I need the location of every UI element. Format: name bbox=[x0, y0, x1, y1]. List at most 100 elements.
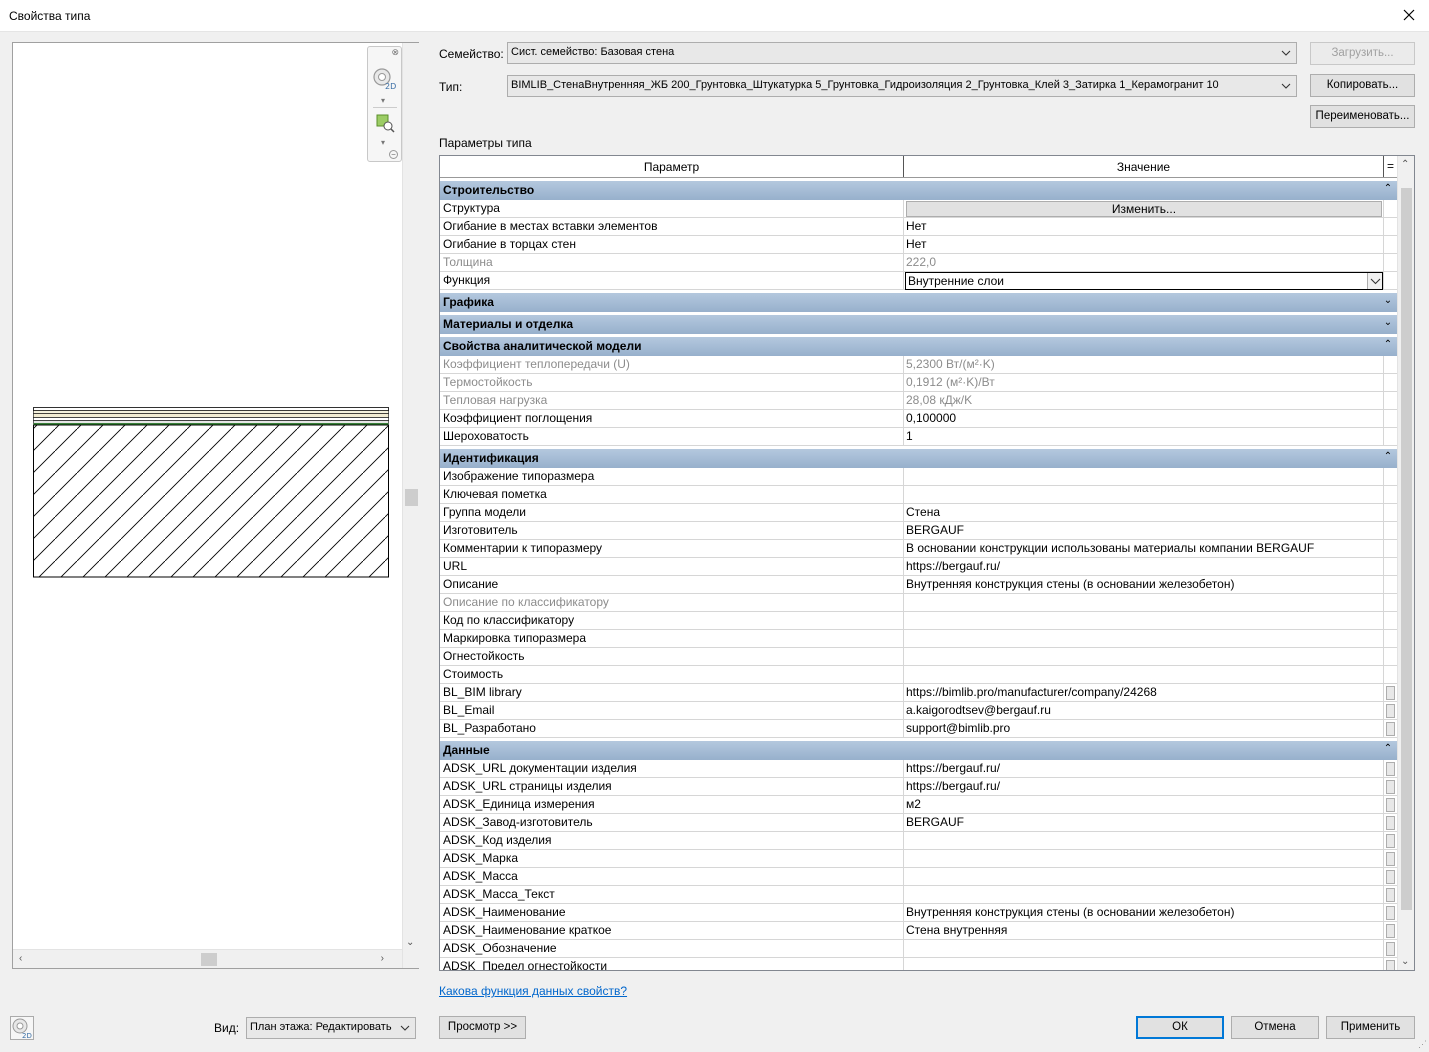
collapse-icon[interactable]: ⌃ bbox=[1381, 741, 1395, 759]
parameter-value[interactable]: https://bergauf.ru/ bbox=[904, 760, 1384, 778]
table-row[interactable]: Структура Изменить... bbox=[440, 200, 1397, 218]
table-row[interactable]: ADSK_Масса bbox=[440, 868, 1397, 886]
table-row[interactable]: Группа модели Стена bbox=[440, 504, 1397, 522]
parameter-value[interactable] bbox=[904, 648, 1384, 666]
table-row[interactable]: Коэффициент теплопередачи (U) 5,2300 Вт/(… bbox=[440, 356, 1397, 374]
steering-wheel-icon[interactable]: 2D bbox=[372, 67, 396, 91]
preview-scroll-down-icon[interactable]: ⌄ bbox=[406, 937, 414, 948]
table-row[interactable]: Коэффициент поглощения 0,100000 bbox=[440, 410, 1397, 428]
parameter-value[interactable]: Внутренняя конструкция стены (в основани… bbox=[904, 904, 1384, 922]
group-header[interactable]: Графика ⌄ bbox=[440, 290, 1397, 312]
ok-button[interactable]: ОК bbox=[1136, 1016, 1224, 1039]
parameter-value[interactable]: a.kaigorodtsev@bergauf.ru bbox=[904, 702, 1384, 720]
associate-parameter-button[interactable] bbox=[1386, 834, 1395, 848]
table-row[interactable]: Код по классификатору bbox=[440, 612, 1397, 630]
parameter-value[interactable]: BERGAUF bbox=[904, 814, 1384, 832]
parameter-value[interactable] bbox=[904, 958, 1384, 970]
table-row[interactable]: Комментарии к типоразмеру В основании кон… bbox=[440, 540, 1397, 558]
parameter-value[interactable]: м2 bbox=[904, 796, 1384, 814]
navbar-minimize-icon[interactable]: − bbox=[389, 150, 398, 159]
parameter-value[interactable] bbox=[904, 940, 1384, 958]
associate-parameter-button[interactable] bbox=[1386, 888, 1395, 902]
zoom-region-icon[interactable] bbox=[375, 113, 395, 133]
table-row[interactable]: Шероховатость 1 bbox=[440, 428, 1397, 446]
table-row[interactable]: Стоимость bbox=[440, 666, 1397, 684]
apply-button[interactable]: Применить bbox=[1326, 1016, 1415, 1039]
associate-parameter-button[interactable] bbox=[1386, 924, 1395, 938]
collapse-icon[interactable]: ⌃ bbox=[1381, 337, 1395, 355]
table-row[interactable]: ADSK_Единица измерения м2 bbox=[440, 796, 1397, 814]
table-row[interactable]: ADSK_Масса_Текст bbox=[440, 886, 1397, 904]
table-row[interactable]: Термостойкость 0,1912 (м²·K)/Вт bbox=[440, 374, 1397, 392]
parameter-value[interactable] bbox=[904, 468, 1384, 486]
table-scroll-up-icon[interactable]: ⌃ bbox=[1401, 159, 1409, 170]
table-row[interactable]: Ключевая пометка bbox=[440, 486, 1397, 504]
table-row[interactable]: ADSK_Код изделия bbox=[440, 832, 1397, 850]
group-header[interactable]: Идентификация ⌃ bbox=[440, 446, 1397, 468]
preview-vertical-scrollbar[interactable]: ⌄ bbox=[402, 43, 419, 968]
associate-parameter-button[interactable] bbox=[1386, 798, 1395, 812]
parameter-value[interactable] bbox=[904, 886, 1384, 904]
table-row[interactable]: Огнестойкость bbox=[440, 648, 1397, 666]
table-row[interactable]: ADSK_URL страницы изделия https://bergauf… bbox=[440, 778, 1397, 796]
parameter-value[interactable]: 1 bbox=[904, 428, 1384, 446]
parameter-value[interactable]: https://bimlib.pro/manufacturer/company/… bbox=[904, 684, 1384, 702]
wheel-dropdown-icon[interactable]: ▾ bbox=[381, 97, 385, 105]
navigation-bar[interactable]: ⊗ 2D ▾ ▾ − bbox=[367, 46, 402, 162]
column-header-value[interactable]: Значение bbox=[904, 156, 1384, 177]
load-button[interactable]: Загрузить... bbox=[1310, 42, 1415, 65]
edit-structure-button[interactable]: Изменить... bbox=[906, 201, 1382, 217]
parameter-value[interactable]: 0,100000 bbox=[904, 410, 1384, 428]
associate-parameter-button[interactable] bbox=[1386, 870, 1395, 884]
table-row[interactable]: Описание по классификатору bbox=[440, 594, 1397, 612]
column-header-parameter[interactable]: Параметр bbox=[440, 156, 904, 177]
group-header[interactable]: Строительство ⌃ bbox=[440, 178, 1397, 200]
parameter-value[interactable]: Стена bbox=[904, 504, 1384, 522]
preview-scroll-left-icon[interactable]: ‹ bbox=[19, 953, 22, 964]
table-row[interactable]: Огибание в торцах стен Нет bbox=[440, 236, 1397, 254]
parameter-value[interactable]: https://bergauf.ru/ bbox=[904, 558, 1384, 576]
navbar-close-icon[interactable]: ⊗ bbox=[391, 48, 399, 57]
parameter-value[interactable]: В основании конструкции использованы мат… bbox=[904, 540, 1384, 558]
parameter-value[interactable] bbox=[904, 486, 1384, 504]
table-row[interactable]: BL_BIM library https://bimlib.pro/manufac… bbox=[440, 684, 1397, 702]
associate-parameter-button[interactable] bbox=[1386, 960, 1395, 970]
associate-parameter-button[interactable] bbox=[1386, 816, 1395, 830]
table-row[interactable]: ADSK_Обозначение bbox=[440, 940, 1397, 958]
associate-parameter-button[interactable] bbox=[1386, 686, 1395, 700]
table-row[interactable]: Описание Внутренняя конструкция стены (в … bbox=[440, 576, 1397, 594]
expand-icon[interactable]: ⌄ bbox=[1381, 315, 1395, 333]
table-row[interactable]: Функция Внутренние слои bbox=[440, 272, 1397, 290]
parameter-value[interactable]: Нет bbox=[904, 236, 1384, 254]
table-scroll-down-icon[interactable]: ⌄ bbox=[1401, 956, 1409, 967]
parameter-value[interactable] bbox=[904, 612, 1384, 630]
table-row[interactable]: ADSK_Марка bbox=[440, 850, 1397, 868]
table-row[interactable]: ADSK_URL документации изделия https://ber… bbox=[440, 760, 1397, 778]
preview-button[interactable]: Просмотр >> bbox=[439, 1016, 526, 1039]
associate-parameter-button[interactable] bbox=[1386, 762, 1395, 776]
parameter-value[interactable] bbox=[904, 630, 1384, 648]
preview-vscroll-thumb[interactable] bbox=[405, 489, 418, 506]
table-row[interactable]: ADSK_Предел огнестойкости bbox=[440, 958, 1397, 970]
parameter-value[interactable]: Внутренняя конструкция стены (в основани… bbox=[904, 576, 1384, 594]
function-combo[interactable]: Внутренние слои bbox=[905, 272, 1383, 290]
parameter-value[interactable]: BERGAUF bbox=[904, 522, 1384, 540]
column-header-marker[interactable]: = bbox=[1384, 156, 1397, 177]
parameter-value[interactable] bbox=[904, 868, 1384, 886]
table-row[interactable]: BL_Разработано support@bimlib.pro bbox=[440, 720, 1397, 738]
associate-parameter-button[interactable] bbox=[1386, 852, 1395, 866]
associate-parameter-button[interactable] bbox=[1386, 722, 1395, 736]
help-link[interactable]: Какова функция данных свойств? bbox=[439, 984, 627, 998]
table-row[interactable]: ADSK_Наименование краткое Стена внутрення… bbox=[440, 922, 1397, 940]
associate-parameter-button[interactable] bbox=[1386, 780, 1395, 794]
preview-horizontal-scrollbar[interactable]: ‹ › bbox=[13, 949, 402, 968]
table-row[interactable]: ADSK_Завод-изготовитель BERGAUF bbox=[440, 814, 1397, 832]
table-row[interactable]: Огибание в местах вставки элементов Нет bbox=[440, 218, 1397, 236]
resize-grip-icon[interactable]: ⋰ bbox=[1418, 1039, 1427, 1050]
type-combo[interactable]: BIMLIB_СтенаВнутренняя_ЖБ 200_Грунтовка_… bbox=[507, 75, 1297, 97]
table-row[interactable]: Маркировка типоразмера bbox=[440, 630, 1397, 648]
collapse-icon[interactable]: ⌃ bbox=[1381, 181, 1395, 199]
expand-icon[interactable]: ⌄ bbox=[1381, 293, 1395, 311]
table-vertical-scrollbar[interactable]: ⌃ ⌄ bbox=[1397, 156, 1414, 970]
cancel-button[interactable]: Отмена bbox=[1231, 1016, 1319, 1039]
